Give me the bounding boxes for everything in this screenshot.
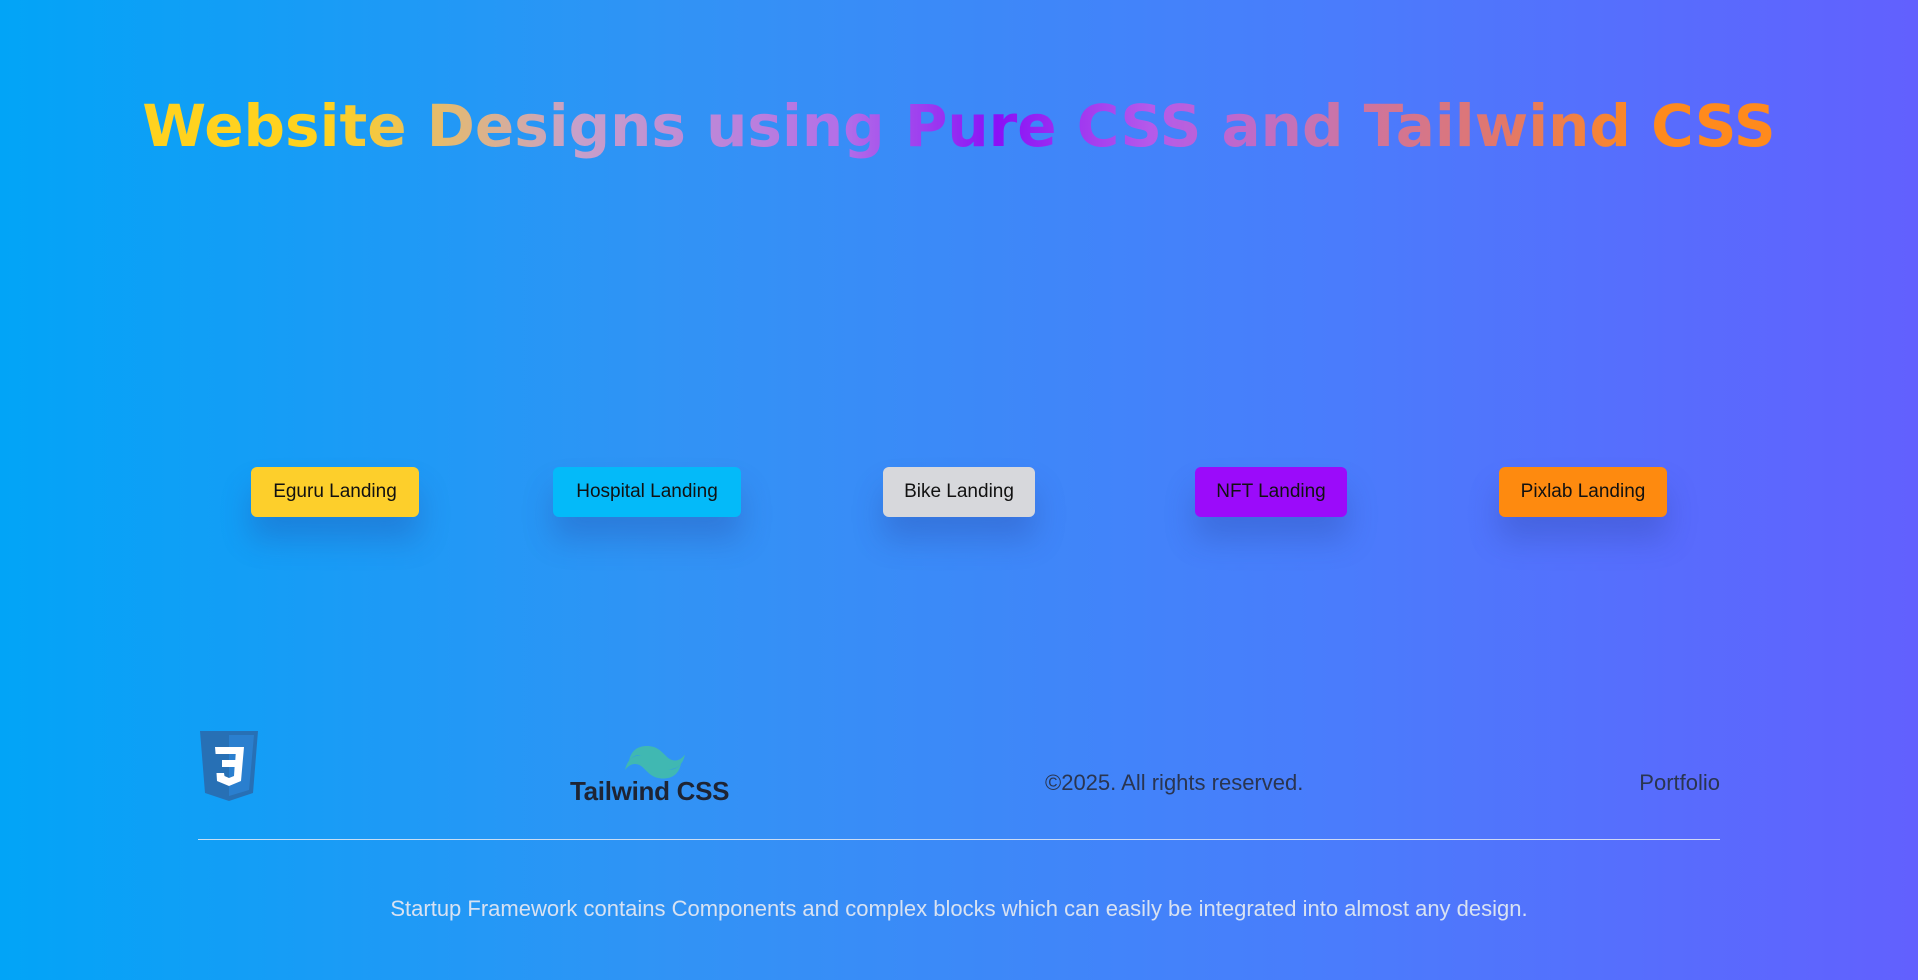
tailwind-logo[interactable]: Tailwind CSS [570,744,740,806]
pixlab-landing-button[interactable]: Pixlab Landing [1499,467,1667,517]
tailwind-logo-text: Tailwind CSS [570,776,730,806]
footer: Tailwind CSS ©2025. All rights reserved.… [198,730,1720,806]
tailwind-wave-icon [625,746,685,779]
portfolio-link[interactable]: Portfolio [1639,770,1720,796]
copyright-text: ©2025. All rights reserved. [1045,770,1304,795]
hospital-landing-button[interactable]: Hospital Landing [553,467,741,517]
css3-logo-icon[interactable] [198,731,260,801]
footer-tagline: Startup Framework contains Components an… [390,896,1528,921]
page-title: Website Designs using Pure CSS and Tailw… [0,92,1918,160]
nft-landing-button[interactable]: NFT Landing [1195,467,1347,517]
bike-landing-button[interactable]: Bike Landing [883,467,1035,517]
footer-divider [198,839,1720,840]
landing-buttons: Eguru Landing Hospital Landing Bike Land… [0,467,1918,517]
eguru-landing-button[interactable]: Eguru Landing [251,467,419,517]
